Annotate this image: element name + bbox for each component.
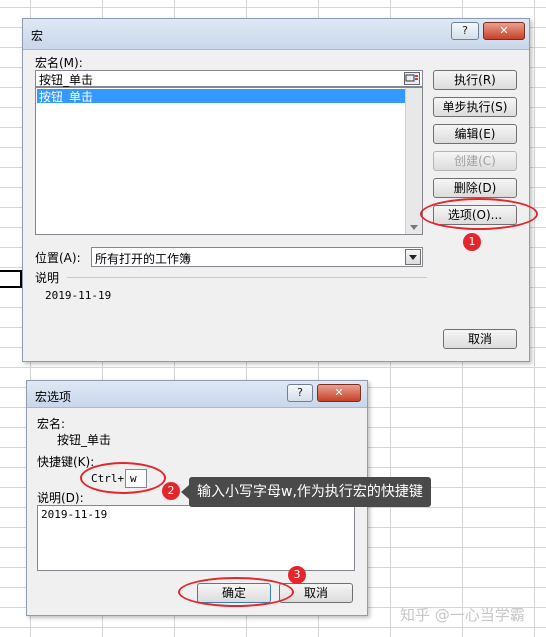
close-button[interactable]: ✕	[483, 22, 525, 40]
macro-dialog: 宏 ? ✕ 宏名(M): 按钮_单击 按钮_单击 执行(R) 单步执行(S) 编…	[22, 18, 530, 362]
location-dropdown-button[interactable]	[405, 249, 421, 265]
description-value: 2019-11-19	[45, 289, 112, 302]
macro-list-item-selected[interactable]: 按钮_单击	[37, 89, 405, 104]
shortcut-label: 快捷键(K):	[37, 455, 95, 469]
step-into-button[interactable]: 单步执行(S)	[433, 97, 517, 117]
location-select[interactable]: 所有打开的工作簿	[91, 247, 423, 267]
description-separator	[67, 277, 427, 278]
help-button[interactable]: ?	[451, 22, 479, 40]
macro-list[interactable]: 按钮_单击	[35, 87, 423, 235]
highlight-shortcut-oval	[80, 462, 166, 494]
selected-cell-marker	[0, 270, 22, 288]
macro-list-item-label: 按钮_单击	[39, 90, 94, 104]
location-label: 位置(A):	[35, 251, 81, 265]
highlight-options-oval	[420, 198, 538, 230]
delete-button[interactable]: 删除(D)	[433, 178, 517, 198]
shortcut-tip: 输入小写字母w,作为执行宏的快捷键	[181, 477, 431, 507]
badge-1: 1	[463, 233, 481, 251]
scroll-down-icon[interactable]	[410, 225, 418, 230]
macro-name-label: 宏名(M):	[35, 56, 83, 70]
macro-dialog-title: 宏	[31, 29, 44, 43]
location-value: 所有打开的工作簿	[95, 252, 192, 266]
options-dialog-titlebar: 宏选项 ? ✕	[27, 381, 367, 408]
options-description-label: 说明(D):	[37, 491, 84, 505]
macro-name-input[interactable]: 按钮_单击	[35, 70, 423, 87]
chevron-down-icon	[409, 255, 417, 260]
macro-dialog-titlebar: 宏 ? ✕	[23, 19, 529, 50]
options-macro-name-label: 宏名:	[37, 417, 66, 431]
highlight-ok-oval	[178, 577, 294, 607]
description-label: 说明	[35, 271, 60, 285]
options-macro-name-value: 按钮_单击	[57, 433, 112, 447]
edit-button[interactable]: 编辑(E)	[433, 124, 517, 144]
run-button[interactable]: 执行(R)	[433, 70, 517, 90]
watermark: 知乎 @一心当学霸	[400, 606, 525, 624]
options-description-textarea[interactable]: 2019-11-19	[37, 505, 355, 571]
macro-name-value: 按钮_单击	[39, 73, 94, 87]
badge-3: 3	[288, 566, 306, 584]
options-description-value: 2019-11-19	[41, 508, 108, 521]
options-dialog-title: 宏选项	[35, 390, 72, 404]
create-button[interactable]: 创建(C)	[433, 151, 517, 171]
badge-2: 2	[162, 482, 180, 500]
reference-picker-icon[interactable]	[404, 72, 420, 85]
options-help-button[interactable]: ?	[287, 384, 313, 402]
macro-cancel-button[interactable]: 取消	[443, 329, 517, 349]
options-close-button[interactable]: ✕	[317, 384, 361, 402]
